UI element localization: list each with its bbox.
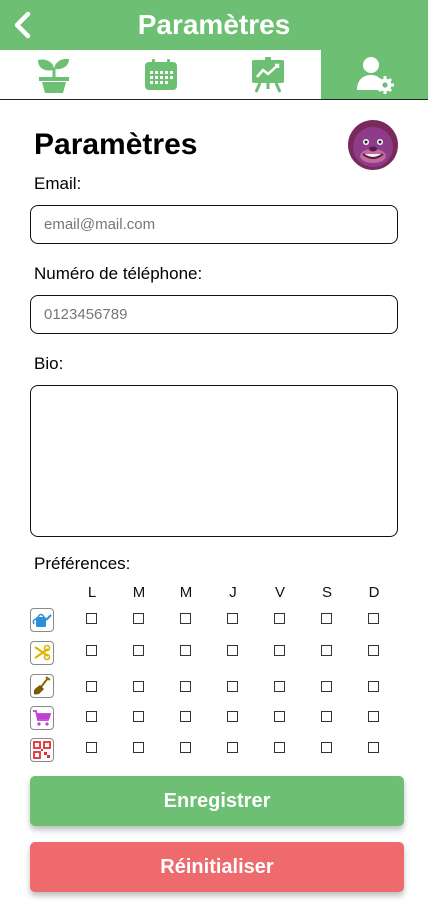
pref-checkbox[interactable] [133,711,144,722]
pref-checkbox[interactable] [321,681,332,692]
pref-checkbox[interactable] [274,645,285,656]
plant-pot-icon [37,58,69,93]
pref-checkbox[interactable] [86,681,97,692]
phone-label: Numéro de téléphone: [34,264,203,283]
email-field[interactable] [30,205,398,244]
pruning-shears-icon [34,644,51,661]
pref-checkbox[interactable] [180,742,191,753]
day-header: M [132,584,146,601]
pref-checkbox[interactable] [133,645,144,656]
pref-row-shopping [30,706,54,730]
pref-checkbox[interactable] [227,645,238,656]
pref-checkbox[interactable] [368,681,379,692]
pref-checkbox[interactable] [227,742,238,753]
tab-calendar[interactable] [107,50,214,99]
pref-checkbox[interactable] [274,681,285,692]
pref-checkbox[interactable] [86,645,97,656]
pref-checkbox[interactable] [133,613,144,624]
shopping-cart-icon [33,710,52,726]
pref-checkbox[interactable] [274,742,285,753]
page-title: Paramètres [34,128,198,161]
pref-row-pruning [30,641,54,665]
pref-row-watering [30,608,54,632]
tab-settings[interactable] [321,50,428,99]
calendar-icon [144,58,177,90]
day-header: L [87,584,97,601]
email-label: Email: [34,174,82,193]
pref-checkbox[interactable] [321,613,332,624]
pref-checkbox[interactable] [368,645,379,656]
save-button[interactable]: Enregistrer [30,776,404,826]
header-title: Paramètres [137,9,291,40]
avatar[interactable] [348,120,398,170]
pref-checkbox[interactable] [227,681,238,692]
bio-textarea[interactable] [30,385,398,537]
pref-checkbox[interactable] [180,645,191,656]
reset-button[interactable]: Réinitialiser [30,842,404,892]
pref-checkbox[interactable] [180,681,191,692]
bio-label: Bio: [34,354,64,373]
day-header: J [229,584,237,601]
pref-checkbox[interactable] [368,742,379,753]
pref-row-shovel [30,674,54,698]
pref-checkbox[interactable] [321,711,332,722]
qr-code-icon [33,741,51,759]
shovel-icon [33,676,51,695]
day-header: M [179,584,193,601]
pref-checkbox[interactable] [274,613,285,624]
tab-plants[interactable] [0,50,107,99]
pref-checkbox[interactable] [321,742,332,753]
watering-can-icon [32,613,52,627]
day-header: S [321,584,332,601]
pref-checkbox[interactable] [86,613,97,624]
tab-stats[interactable] [214,50,321,99]
pref-checkbox[interactable] [227,613,238,624]
top-bar: Paramètres [0,0,428,50]
avatar-image [348,120,398,170]
pref-checkbox[interactable] [133,742,144,753]
pref-checkbox[interactable] [133,681,144,692]
phone-field[interactable] [30,295,398,334]
chart-board-icon [251,56,284,93]
day-header: V [274,584,285,601]
pref-row-qr [30,738,54,762]
pref-checkbox[interactable] [180,613,191,624]
pref-checkbox[interactable] [321,645,332,656]
preferences-label: Préférences: [34,554,131,573]
pref-checkbox[interactable] [368,711,379,722]
day-header: D [368,584,380,601]
pref-checkbox[interactable] [86,742,97,753]
pref-checkbox[interactable] [274,711,285,722]
user-settings-icon [356,56,394,94]
pref-checkbox[interactable] [227,711,238,722]
pref-checkbox[interactable] [180,711,191,722]
tab-bar [0,50,428,100]
pref-checkbox[interactable] [86,711,97,722]
pref-checkbox[interactable] [368,613,379,624]
